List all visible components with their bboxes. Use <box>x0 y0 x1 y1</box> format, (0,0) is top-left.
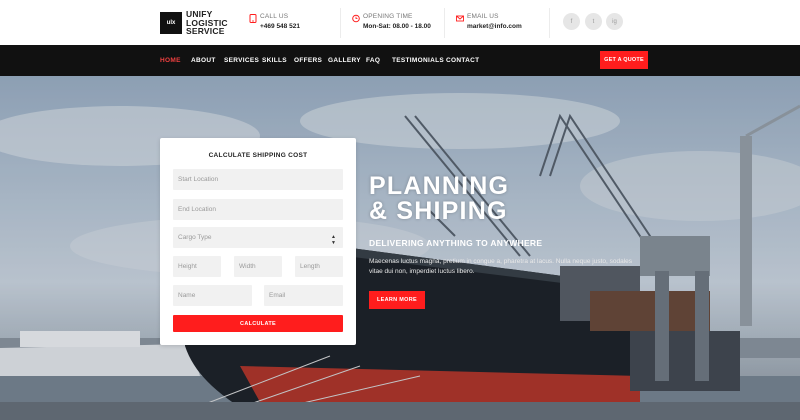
nav-skills[interactable]: SKILLS <box>262 57 287 64</box>
hours-info: OPENING TIME Mon-Sat: 08.00 - 18.00 <box>352 13 431 30</box>
name-input[interactable]: Name <box>173 285 252 306</box>
sort-caret-icon: ▲ ▼ <box>331 234 336 246</box>
hours-label: OPENING TIME <box>363 13 413 20</box>
hero-section <box>0 76 800 420</box>
cargo-type-value: Cargo Type <box>178 234 212 241</box>
nav-gallery[interactable]: GALLERY <box>328 57 361 64</box>
phone-icon <box>249 14 257 23</box>
call-label: CALL US <box>260 13 289 20</box>
nav-about[interactable]: ABOUT <box>191 57 216 64</box>
cargo-type-select[interactable]: Cargo Type ▲ ▼ <box>173 227 343 248</box>
length-input[interactable]: Length <box>295 256 343 277</box>
start-location-input[interactable]: Start Location <box>173 169 343 190</box>
nav-home[interactable]: HOME <box>160 57 181 64</box>
hero-subtitle: DELIVERING ANYTHING TO ANYWHERE <box>369 238 543 248</box>
get-quote-button[interactable]: GET A QUOTE <box>600 51 648 69</box>
logo-line: SERVICE <box>186 26 225 36</box>
learn-more-button[interactable]: LEARN MORE <box>369 291 425 309</box>
hero-title-line: PLANNING <box>369 172 510 200</box>
hero-description: Maecenas luctus magna, pretium in congue… <box>369 258 633 275</box>
hero-overlay <box>0 76 800 420</box>
calculate-button[interactable]: CALCULATE <box>173 315 343 332</box>
logo[interactable]: ulx UNIFY LOGISTIC SERVICE <box>160 10 228 36</box>
clock-icon <box>352 14 360 23</box>
divider <box>549 8 550 38</box>
nav-faq[interactable]: FAQ <box>366 57 380 64</box>
logo-text: UNIFY LOGISTIC SERVICE <box>186 10 228 36</box>
instagram-icon[interactable]: ig <box>606 13 623 30</box>
form-title: CALCULATE SHIPPING COST <box>208 152 308 159</box>
hours-value: Mon-Sat: 08.00 - 18.00 <box>363 23 431 30</box>
end-location-input[interactable]: End Location <box>173 199 343 220</box>
logo-mark: ulx <box>160 11 182 34</box>
call-value: +469 548 521 <box>260 23 300 30</box>
hero-title-line: & SHIPING <box>369 197 508 225</box>
email-input[interactable]: Email <box>264 285 343 306</box>
divider <box>340 8 341 38</box>
envelope-icon <box>456 15 464 22</box>
hero-title: PLANNING & SHIPING <box>369 174 509 224</box>
height-input[interactable]: Height <box>173 256 221 277</box>
nav-services[interactable]: SERVICES <box>224 57 259 64</box>
main-nav: HOME ABOUT SERVICES SKILLS OFFERS GALLER… <box>0 45 800 76</box>
twitter-icon[interactable]: t <box>585 13 602 30</box>
shipping-cost-form: CALCULATE SHIPPING COST Start Location E… <box>160 138 356 345</box>
facebook-icon[interactable]: f <box>563 13 580 30</box>
nav-offers[interactable]: OFFERS <box>294 57 322 64</box>
width-input[interactable]: Width <box>234 256 282 277</box>
divider <box>444 8 445 38</box>
top-header: ulx UNIFY LOGISTIC SERVICE CALL US +469 … <box>0 0 800 45</box>
nav-testimonials[interactable]: TESTIMONIALS <box>392 57 444 64</box>
call-info: CALL US +469 548 521 <box>249 13 300 30</box>
nav-contact[interactable]: CONTACT <box>446 57 479 64</box>
email-info: EMAIL US market@info.com <box>456 13 522 30</box>
email-value: market@info.com <box>467 23 522 30</box>
email-label: EMAIL US <box>467 13 499 20</box>
